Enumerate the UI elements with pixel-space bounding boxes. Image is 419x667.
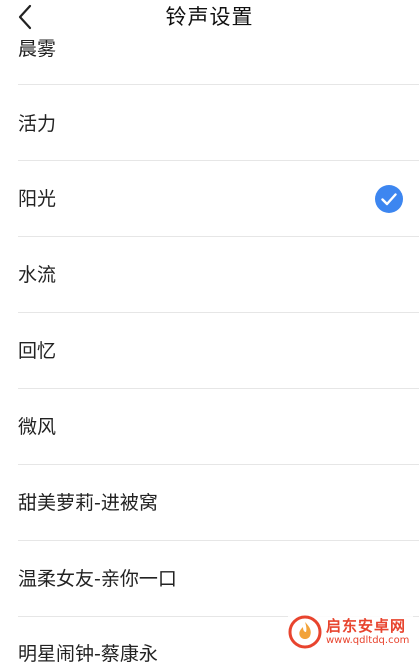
ringtone-item-chenwu[interactable]: 晨雾 (0, 34, 419, 84)
ringtone-label: 明星闹钟-蔡康永 (18, 643, 158, 665)
ringtone-label: 水流 (18, 264, 57, 286)
ringtone-label: 阳光 (18, 188, 57, 210)
site-watermark: 启东安卓网 www.qdltdq.com (288, 611, 413, 653)
page-title: 铃声设置 (165, 5, 254, 29)
top-bar: 铃声设置 (0, 0, 419, 34)
ringtone-item-shuiliu[interactable]: 水流 (0, 237, 419, 312)
ringtone-item-wenrou[interactable]: 温柔女友-亲你一口 (0, 541, 419, 616)
ringtone-item-weifeng[interactable]: 微风 (0, 389, 419, 464)
ringtone-item-tianmei[interactable]: 甜美萝莉-进被窝 (0, 465, 419, 540)
ringtone-item-yangguang[interactable]: 阳光 (0, 161, 419, 236)
ringtone-label: 活力 (18, 113, 57, 135)
ringtone-item-huiyi[interactable]: 回忆 (0, 313, 419, 388)
ringtone-item-huoli[interactable]: 活力 (0, 85, 419, 160)
ringtone-label: 甜美萝莉-进被窝 (18, 492, 158, 514)
ringtone-label: 晨雾 (18, 38, 57, 60)
flame-logo-icon (288, 615, 322, 649)
watermark-url: www.qdltdq.com (326, 635, 410, 646)
ringtone-label: 回忆 (18, 340, 57, 362)
watermark-name: 启东安卓网 (326, 617, 407, 635)
ringtone-label: 微风 (18, 416, 57, 438)
check-circle-icon (375, 185, 403, 213)
ringtone-label: 温柔女友-亲你一口 (18, 568, 177, 590)
